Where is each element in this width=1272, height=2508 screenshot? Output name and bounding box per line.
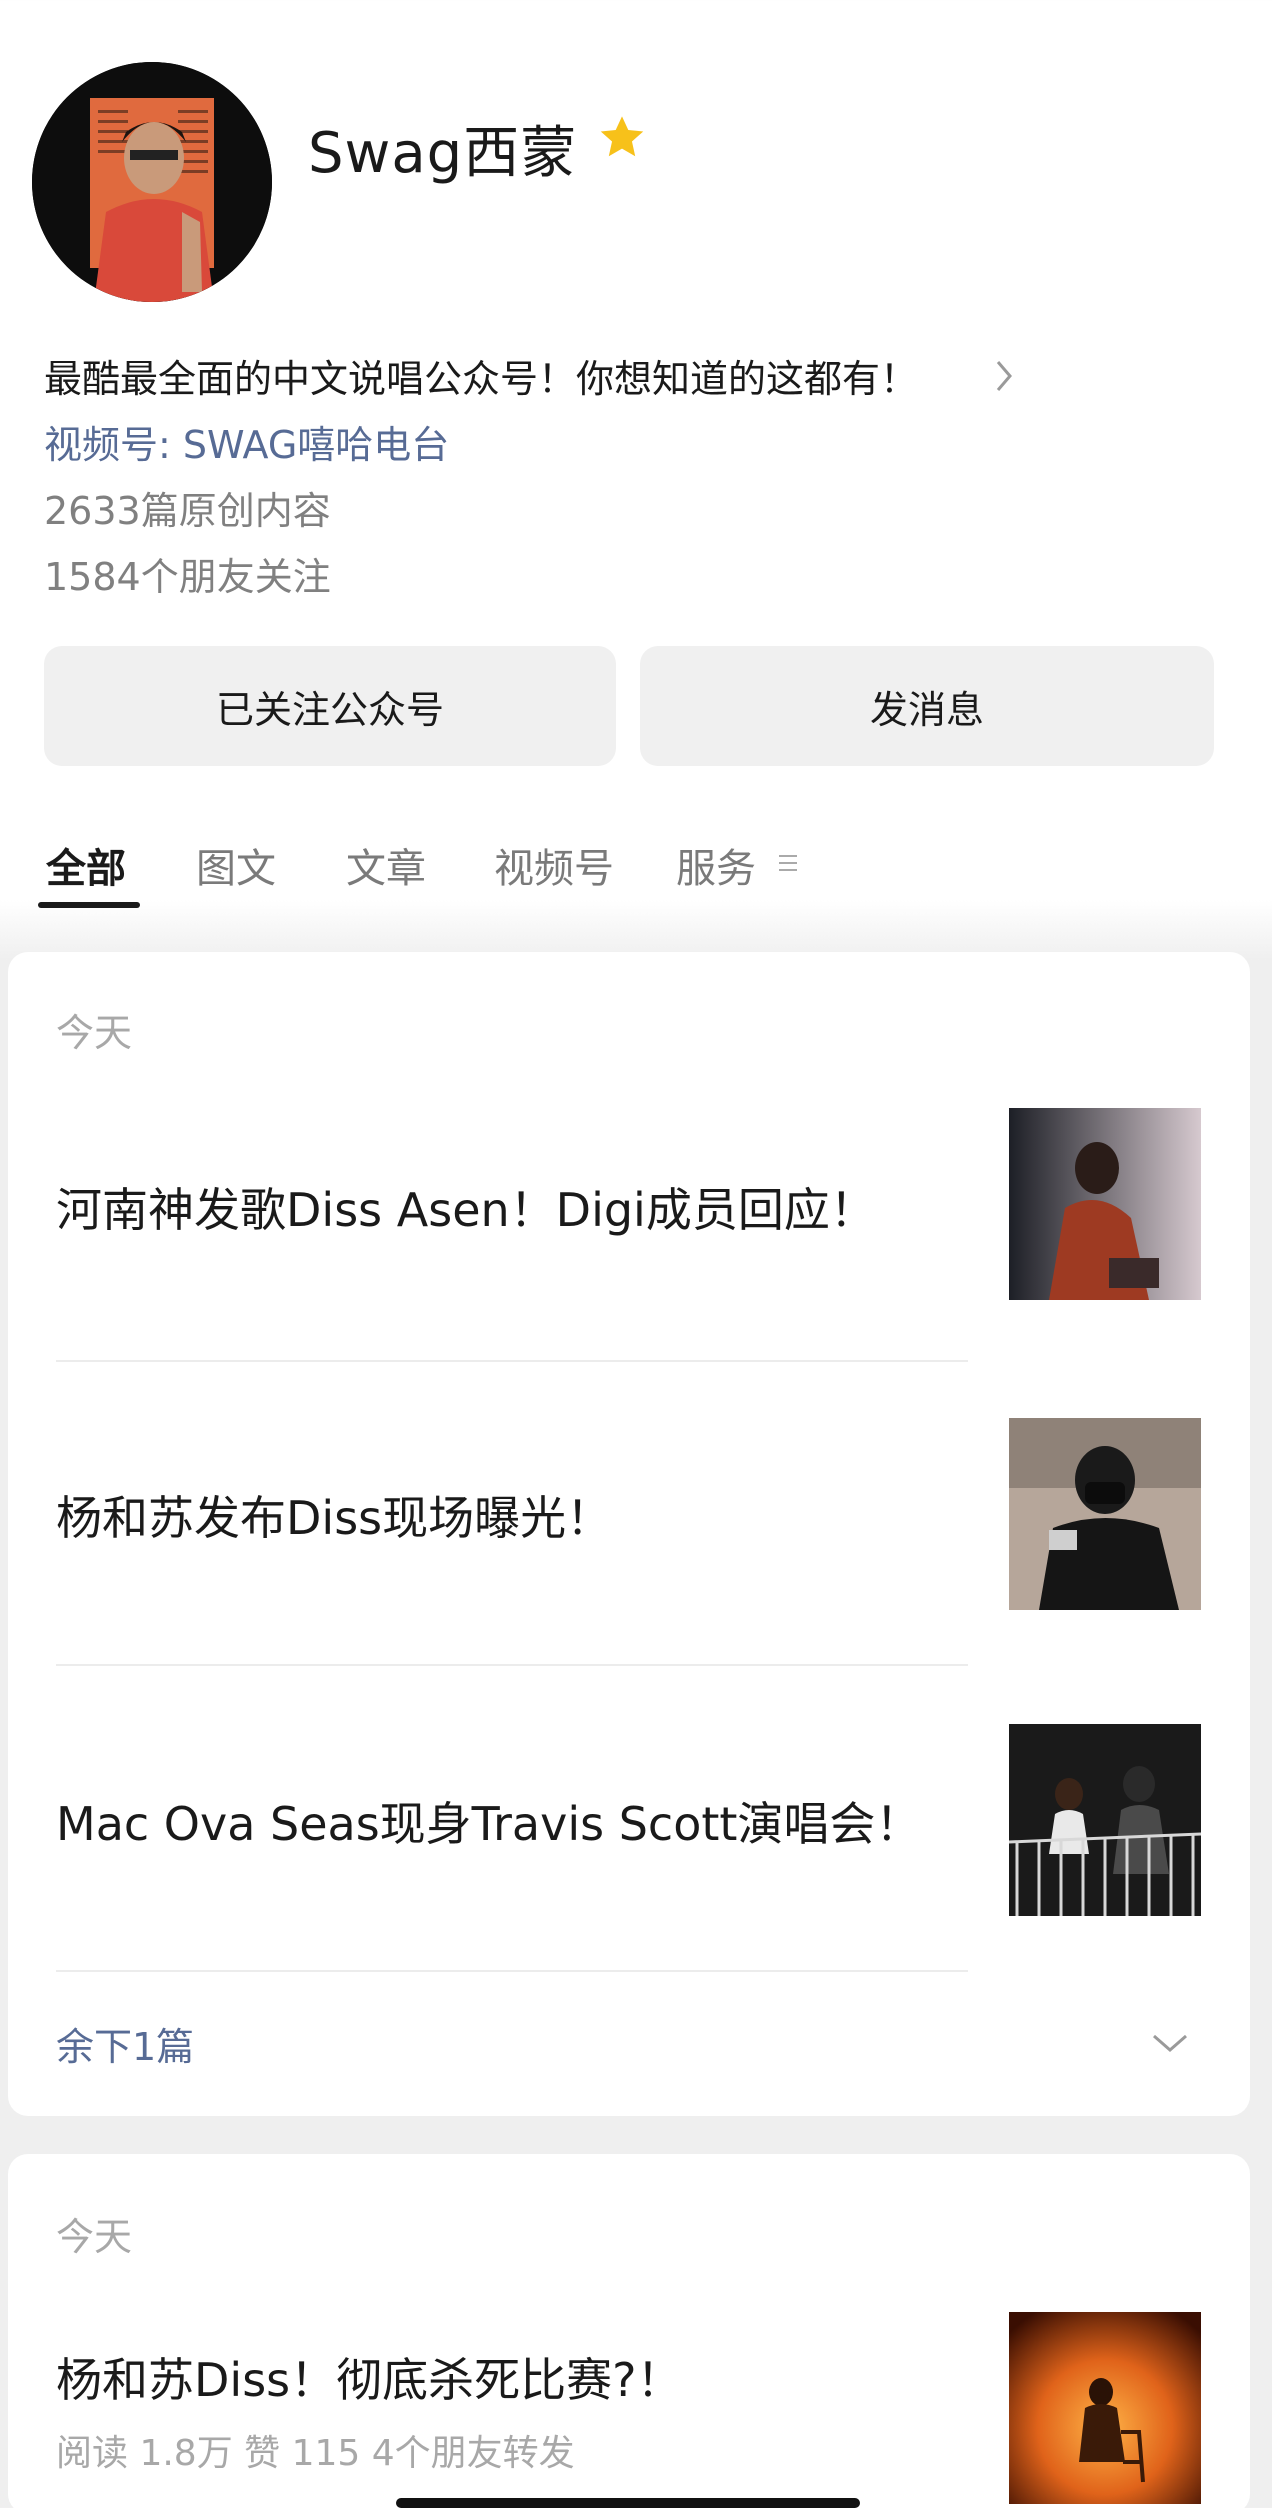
date-label: 今天 [56, 1011, 133, 1055]
avatar-illustration [32, 62, 272, 302]
article-thumbnail[interactable] [1009, 1724, 1201, 1916]
article-thumbnail[interactable] [1009, 1108, 1201, 1300]
article-thumbnail[interactable] [1009, 2312, 1201, 2504]
tab-image-text[interactable]: 图文 [196, 836, 276, 894]
chevron-down-icon[interactable] [1150, 2032, 1190, 2056]
divider [56, 1664, 968, 1666]
tab-all[interactable]: 全部 [46, 836, 126, 894]
account-name: Swag西蒙 [308, 121, 578, 186]
video-channel-link[interactable]: 视频号: SWAG嘻哈电台 [44, 414, 449, 469]
followed-button[interactable]: 已关注公众号 [44, 646, 616, 766]
date-label: 今天 [56, 2215, 133, 2259]
friends-following[interactable]: 1584个朋友关注 [44, 546, 331, 601]
remaining-articles-link[interactable]: 余下1篇 [56, 2016, 194, 2071]
divider [56, 1360, 968, 1362]
send-message-button[interactable]: 发消息 [640, 646, 1214, 766]
article-meta: 阅读 1.8万 赞 115 4个朋友转发 [56, 2433, 575, 2474]
home-indicator [396, 2498, 860, 2508]
account-description[interactable]: 最酷最全面的中文说唱公众号！你想知道的这都有！ [44, 348, 918, 403]
divider [56, 1970, 968, 1972]
tab-articles[interactable]: 文章 [346, 836, 426, 894]
article-title[interactable]: 杨和苏Diss！彻底杀死比赛?！ [56, 2344, 683, 2410]
tab-video-channel[interactable]: 视频号 [494, 836, 614, 894]
avatar[interactable] [32, 62, 272, 302]
chevron-right-icon[interactable] [994, 358, 1016, 394]
article-group-card: 今天 河南神发歌Diss Asen！Digi成员回应！ 杨和苏发布Diss现场曝… [8, 952, 1250, 2116]
star-icon[interactable] [596, 112, 648, 164]
tab-services[interactable]: 服务 [676, 836, 756, 894]
active-tab-indicator [38, 902, 140, 908]
article-title[interactable]: 杨和苏发布Diss现场曝光！ [56, 1482, 612, 1548]
original-count[interactable]: 2633篇原创内容 [44, 480, 331, 535]
article-thumbnail[interactable] [1009, 1418, 1201, 1610]
article-title[interactable]: 河南神发歌Diss Asen！Digi成员回应！ [56, 1174, 876, 1240]
article-group-card: 今天 杨和苏Diss！彻底杀死比赛?！ 阅读 1.8万 赞 115 4个朋友转发 [8, 2154, 1250, 2508]
menu-icon[interactable] [778, 852, 798, 874]
article-title[interactable]: Mac Ova Seas现身Travis Scott演唱会！ [56, 1788, 921, 1854]
